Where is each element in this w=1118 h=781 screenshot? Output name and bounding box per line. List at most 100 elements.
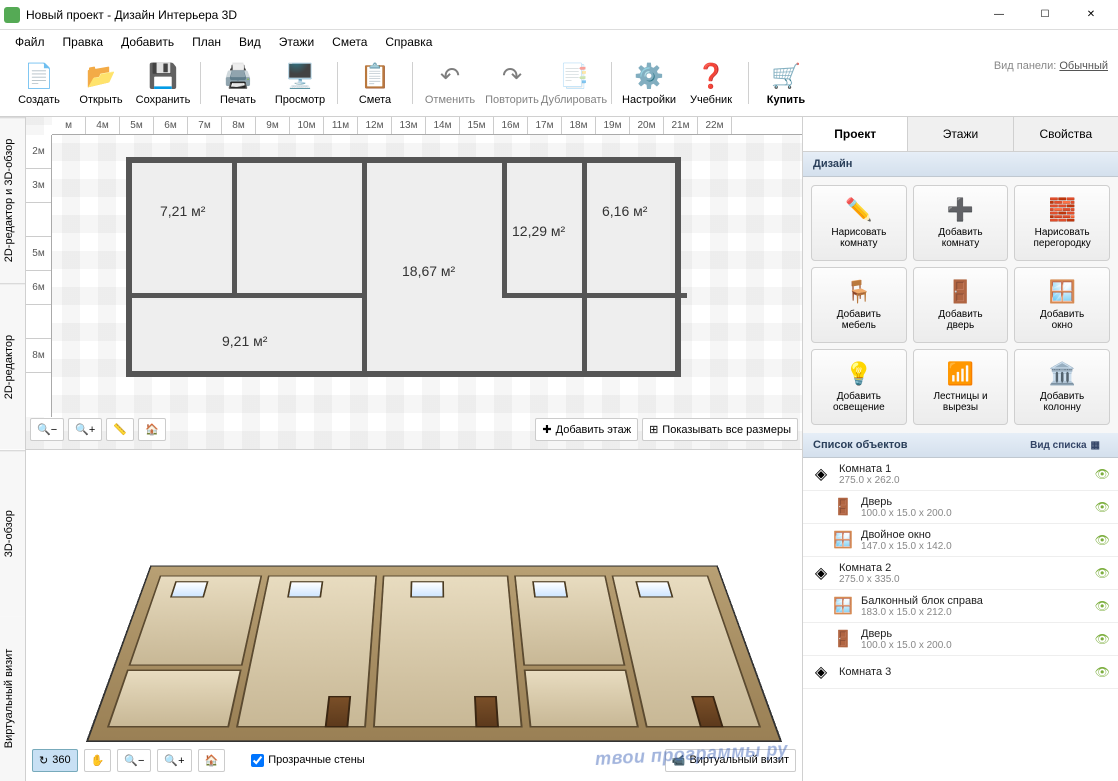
room-area-3: 12,29 м² [512, 223, 565, 239]
measure-button[interactable]: 📏 [106, 418, 134, 441]
window-controls: — ☐ ✕ [976, 0, 1114, 30]
zoom-out-3d-button[interactable]: 🔍− [117, 749, 151, 772]
object-name: Дверь [861, 628, 1087, 640]
menu-bar: Файл Правка Добавить План Вид Этажи Смет… [0, 30, 1118, 54]
section-objects-header: Список объектов Вид списка ▦ [803, 433, 1118, 458]
visibility-icon[interactable]: 👁 [1095, 500, 1110, 514]
ruler-vertical: 2м3м5м6м8м [26, 135, 52, 417]
object-item[interactable]: ◈Комната 2275.0 x 335.0👁 [803, 557, 1118, 590]
undo-button[interactable]: ↶Отменить [419, 58, 481, 108]
menu-view[interactable]: Вид [230, 32, 270, 52]
view-3d[interactable] [86, 565, 782, 741]
title-bar: Новый проект - Дизайн Интерьера 3D — ☐ ✕ [0, 0, 1118, 30]
panel-mode-link[interactable]: Обычный [1059, 60, 1108, 72]
walkthrough-button[interactable]: 📹Виртуальный визит [665, 749, 796, 772]
visibility-icon[interactable]: 👁 [1095, 665, 1110, 679]
printer-icon: 🖨️ [220, 60, 256, 92]
settings-button[interactable]: ⚙️Настройки [618, 58, 680, 108]
object-item[interactable]: ◈Комната 1275.0 x 262.0👁 [803, 458, 1118, 491]
right-tabs: Проект Этажи Свойства [803, 117, 1118, 152]
transparent-walls-check[interactable]: Прозрачные стены [251, 754, 364, 767]
copy-icon: 📑 [556, 60, 592, 92]
tab-2d[interactable]: 2D-редактор [0, 283, 25, 449]
design-btn-icon: 📶 [947, 361, 974, 387]
design-btn-icon: 🏛️ [1048, 361, 1075, 387]
close-button[interactable]: ✕ [1068, 0, 1114, 30]
open-button[interactable]: 📂Открыть [70, 58, 132, 108]
undo-icon: ↶ [432, 60, 468, 92]
design-btn-label: Добавитьосвещение [833, 391, 885, 414]
menu-help[interactable]: Справка [376, 32, 441, 52]
visibility-icon[interactable]: 👁 [1095, 467, 1110, 481]
add-floor-button[interactable]: ✚Добавить этаж [535, 418, 638, 441]
menu-plan[interactable]: План [183, 32, 230, 52]
zoom-out-button[interactable]: 🔍− [30, 418, 64, 441]
menu-add[interactable]: Добавить [112, 32, 183, 52]
design-btn-0[interactable]: ✏️Нарисоватькомнату [811, 185, 907, 261]
show-dims-button[interactable]: ⊞Показывать все размеры [642, 418, 798, 441]
visibility-icon[interactable]: 👁 [1095, 632, 1110, 646]
home-button[interactable]: 🏠 [138, 418, 166, 441]
design-btn-8[interactable]: 🏛️ Добавитьколонну [1014, 349, 1110, 425]
object-item[interactable]: 🚪Дверь100.0 x 15.0 x 200.0👁 [803, 623, 1118, 656]
home-icon: 🏠 [145, 423, 159, 436]
tab-properties[interactable]: Свойства [1014, 117, 1118, 151]
design-btn-7[interactable]: 📶Лестницы ивырезы [913, 349, 1009, 425]
object-item[interactable]: 🪟Балконный блок справа183.0 x 15.0 x 212… [803, 590, 1118, 623]
tutorial-button[interactable]: ❓Учебник [680, 58, 742, 108]
help-icon: ❓ [693, 60, 729, 92]
window-title: Новый проект - Дизайн Интерьера 3D [26, 8, 976, 22]
object-name: Дверь [861, 496, 1087, 508]
visibility-icon[interactable]: 👁 [1095, 533, 1110, 547]
create-button[interactable]: 📄Создать [8, 58, 70, 108]
canvas-area: м4м5м6м7м8м9м10м11м12м13м14м15м16м17м18м… [26, 117, 802, 781]
design-btn-2[interactable]: 🧱Нарисоватьперегородку [1014, 185, 1110, 261]
menu-estimate[interactable]: Смета [323, 32, 376, 52]
zoom-in-3d-button[interactable]: 🔍+ [157, 749, 191, 772]
design-btn-1[interactable]: ➕Добавитькомнату [913, 185, 1009, 261]
zoom-out-icon: 🔍− [124, 754, 144, 767]
minimize-button[interactable]: — [976, 0, 1022, 30]
redo-button[interactable]: ↷Повторить [481, 58, 543, 108]
zoom-in-button[interactable]: 🔍+ [68, 418, 102, 441]
object-icon: 🪟 [833, 594, 853, 618]
save-button[interactable]: 💾Сохранить [132, 58, 194, 108]
pan-button[interactable]: ✋ [84, 749, 112, 772]
canvas-3d[interactable]: ↻360 ✋ 🔍− 🔍+ 🏠 Прозрачные стены 📹Виртуал… [26, 450, 802, 781]
object-list: ◈Комната 1275.0 x 262.0👁🚪Дверь100.0 x 15… [803, 458, 1118, 781]
design-btn-icon: 🧱 [1048, 197, 1075, 223]
menu-floors[interactable]: Этажи [270, 32, 323, 52]
visibility-icon[interactable]: 👁 [1095, 599, 1110, 613]
floorplan[interactable]: 7,21 м² 18,67 м² 12,29 м² 6,16 м² 9,21 м… [126, 157, 681, 377]
object-item[interactable]: 🚪Дверь100.0 x 15.0 x 200.0👁 [803, 491, 1118, 524]
duplicate-button[interactable]: 📑Дублировать [543, 58, 605, 108]
tab-floors[interactable]: Этажи [908, 117, 1013, 151]
menu-file[interactable]: Файл [6, 32, 54, 52]
tab-3d[interactable]: 3D-обзор [0, 450, 25, 616]
gear-icon: ⚙️ [631, 60, 667, 92]
object-item[interactable]: 🪟Двойное окно147.0 x 15.0 x 142.0👁 [803, 524, 1118, 557]
design-btn-6[interactable]: 💡Добавитьосвещение [811, 349, 907, 425]
object-dimensions: 147.0 x 15.0 x 142.0 [861, 541, 1087, 552]
canvas-2d[interactable]: м4м5м6м7м8м9м10м11м12м13м14м15м16м17м18м… [26, 117, 802, 450]
visibility-icon[interactable]: 👁 [1095, 566, 1110, 580]
object-dimensions: 100.0 x 15.0 x 200.0 [861, 640, 1087, 651]
print-button[interactable]: 🖨️Печать [207, 58, 269, 108]
maximize-button[interactable]: ☐ [1022, 0, 1068, 30]
tab-project[interactable]: Проект [803, 117, 908, 151]
object-item[interactable]: ◈Комната 3👁 [803, 656, 1118, 689]
menu-edit[interactable]: Правка [54, 32, 113, 52]
design-btn-label: Добавитьколонну [1040, 391, 1084, 414]
tab-2d-3d[interactable]: 2D-редактор и 3D-обзор [0, 117, 25, 283]
list-mode-toggle[interactable]: Вид списка ▦ [1030, 440, 1108, 451]
home-3d-button[interactable]: 🏠 [198, 749, 226, 772]
design-btn-3[interactable]: 🪑Добавитьмебель [811, 267, 907, 343]
rotate360-button[interactable]: ↻360 [32, 749, 78, 772]
estimate-button[interactable]: 📋Смета [344, 58, 406, 108]
tab-walkthrough[interactable]: Виртуальный визит [0, 616, 25, 781]
save-icon: 💾 [145, 60, 181, 92]
preview-button[interactable]: 🖥️Просмотр [269, 58, 331, 108]
buy-button[interactable]: 🛒Купить [755, 58, 817, 108]
design-btn-4[interactable]: 🚪Добавитьдверь [913, 267, 1009, 343]
design-btn-5[interactable]: 🪟Добавитьокно [1014, 267, 1110, 343]
